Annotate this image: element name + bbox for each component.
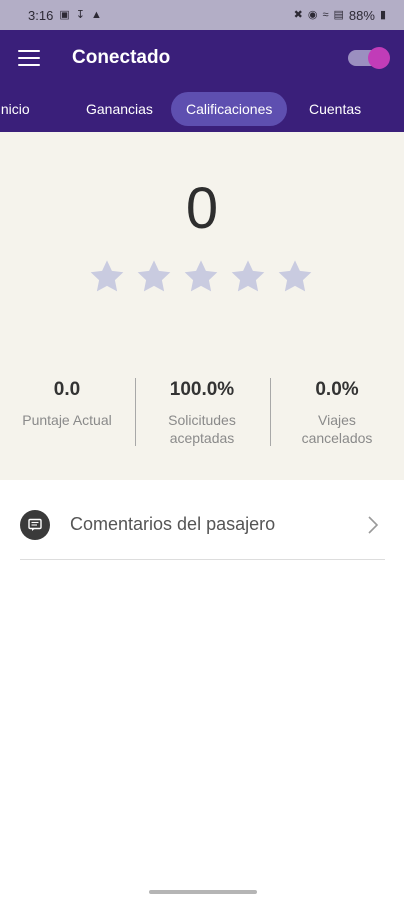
battery-percent: 88%	[348, 7, 375, 23]
battery-icon: ▮	[379, 8, 386, 21]
rating-score: 0	[185, 176, 219, 241]
passenger-comments-label: Comentarios del pasajero	[70, 514, 276, 534]
tab-cuentas[interactable]: Cuentas	[309, 92, 361, 126]
stat-label: Viajes cancelados	[301, 412, 373, 446]
stat-cancelled-trips: 0.0% Viajes cancelados	[270, 376, 404, 447]
star-icon	[135, 258, 173, 296]
star-rating	[88, 258, 314, 296]
star-icon	[229, 258, 267, 296]
stats-row: 0.0 Puntaje Actual 100.0% Solicitudes ac…	[0, 376, 404, 456]
signal-icon: ▤	[333, 8, 344, 21]
tab-inicio[interactable]: Inicio	[0, 92, 30, 126]
app-header: Conectado	[0, 30, 404, 86]
mute-icon: ✖	[293, 8, 303, 21]
system-nav-bar	[0, 884, 404, 900]
warning-icon: ▲	[90, 8, 102, 21]
star-icon	[182, 258, 220, 296]
star-icon	[88, 258, 126, 296]
rating-panel: 0 0.0 Puntaje Actual 100.0% Solicitudes …	[0, 132, 404, 480]
home-gesture-handle[interactable]	[149, 890, 257, 894]
stat-label: Solicitudes aceptadas	[168, 412, 236, 446]
stat-accepted-requests: 100.0% Solicitudes aceptadas	[135, 376, 269, 447]
tab-calificaciones[interactable]: Calificaciones	[171, 92, 288, 126]
online-toggle[interactable]	[348, 47, 390, 69]
status-bar: 3:16 ▣ ↧ ▲ ✖ ◉ ≈ ▤ 88% ▮	[0, 0, 404, 30]
passenger-comments-row[interactable]: Comentarios del pasajero	[20, 496, 385, 560]
status-time: 3:16	[28, 7, 54, 23]
location-icon: ◉	[307, 8, 318, 21]
menu-icon[interactable]	[18, 50, 40, 66]
stat-value: 100.0%	[169, 379, 235, 400]
download-icon: ↧	[75, 8, 85, 21]
page-title: Conectado	[72, 47, 171, 68]
stat-label: Puntaje Actual	[22, 412, 112, 428]
toggle-knob	[368, 47, 390, 69]
chevron-right-icon	[367, 515, 379, 535]
comment-icon	[20, 509, 50, 540]
stat-current-score: 0.0 Puntaje Actual	[0, 376, 134, 429]
image-icon: ▣	[59, 8, 70, 21]
wifi-icon: ≈	[322, 8, 329, 21]
star-icon	[276, 258, 314, 296]
tab-ganancias[interactable]: Ganancias	[86, 92, 153, 126]
stat-value: 0.0%	[315, 379, 359, 400]
tab-bar: Inicio Ganancias Calificaciones Cuentas	[0, 86, 404, 132]
stat-value: 0.0	[53, 379, 81, 400]
